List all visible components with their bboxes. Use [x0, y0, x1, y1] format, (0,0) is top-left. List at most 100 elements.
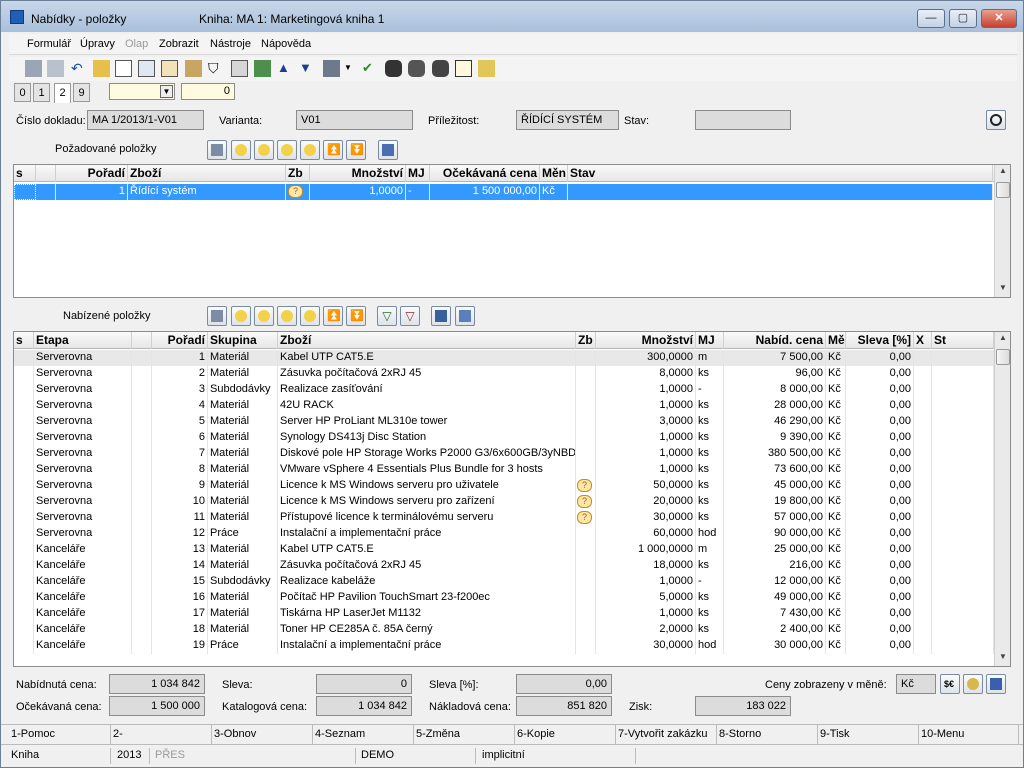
find-replace-icon[interactable] — [432, 60, 449, 77]
offered-star-remove-button[interactable] — [300, 306, 320, 326]
table-row[interactable]: Serverovna 11 Materiál Přístupové licence k… — [14, 510, 994, 526]
col-zbozi[interactable]: Zboží — [278, 332, 576, 349]
fkey-3[interactable]: 3-Obnov — [212, 725, 313, 744]
record-target-button[interactable] — [986, 110, 1006, 130]
col-flag[interactable] — [36, 165, 56, 182]
note-bubble-icon[interactable]: ? — [577, 495, 592, 508]
col-etapa[interactable]: Etapa — [34, 332, 132, 349]
save-close-icon[interactable] — [47, 60, 64, 77]
col-poradi[interactable]: Pořadí — [152, 332, 208, 349]
offered-move-down-button[interactable]: ⏬ — [346, 306, 366, 326]
fkey-9[interactable]: 9-Tisk — [818, 725, 919, 744]
table-row[interactable]: Serverovna 3 Subdodávky Realizace zasíťován… — [14, 382, 994, 398]
requested-star-remove-button[interactable] — [300, 140, 320, 160]
requested-scrollbar[interactable]: ▲ ▼ — [994, 165, 1010, 297]
open-folder-icon[interactable] — [93, 60, 110, 77]
col-men[interactable]: Měn — [540, 165, 568, 182]
catalog-price-field[interactable]: 1 034 842 — [316, 696, 412, 716]
note-bubble-icon[interactable]: ? — [288, 185, 303, 198]
copy-icon[interactable] — [138, 60, 155, 77]
scroll-up-icon[interactable]: ▲ — [995, 333, 1010, 347]
col-mnozstvi[interactable]: Množství — [310, 165, 406, 182]
close-icon[interactable]: ✕ — [981, 9, 1017, 28]
menu-formular[interactable]: Formulář — [27, 38, 71, 50]
offered-star-button[interactable] — [231, 306, 251, 326]
stack-icon[interactable] — [254, 60, 271, 77]
table-row[interactable]: Serverovna 2 Materiál Zásuvka počítačová 2x… — [14, 366, 994, 382]
col-s[interactable]: s — [14, 332, 34, 349]
table-row[interactable]: Serverovna 8 Materiál VMware vSphere 4 Esse… — [14, 462, 994, 478]
scroll-thumb[interactable] — [996, 182, 1010, 198]
fkey-7[interactable]: 7-Vytvořit zakázku — [616, 725, 717, 744]
scroll-up-icon[interactable]: ▲ — [995, 166, 1010, 180]
offered-copy-button[interactable] — [455, 306, 475, 326]
scroll-thumb[interactable] — [996, 349, 1010, 365]
tab-9[interactable]: 9 — [73, 83, 90, 102]
col-sleva[interactable]: Sleva [%] — [846, 332, 914, 349]
minimize-icon[interactable]: — — [917, 9, 945, 28]
new-document-icon[interactable] — [115, 60, 132, 77]
mail-icon[interactable] — [455, 60, 472, 77]
table-row[interactable]: Serverovna 9 Materiál Licence k MS Windows … — [14, 478, 994, 494]
find-next-icon[interactable] — [408, 60, 425, 77]
fkey-8[interactable]: 8-Storno — [717, 725, 818, 744]
offered-star-add-button[interactable] — [254, 306, 274, 326]
col-zb[interactable]: Zb — [576, 332, 596, 349]
doc-number-field[interactable]: MA 1/2013/1-V01 — [87, 110, 204, 130]
col-poradi[interactable]: Pořadí — [56, 165, 128, 182]
col-mj[interactable]: MJ — [696, 332, 724, 349]
requested-filter-button[interactable] — [207, 140, 227, 160]
requested-move-down-button[interactable]: ⏬ — [346, 140, 366, 160]
expected-price-field[interactable]: 1 500 000 — [109, 696, 205, 716]
requested-move-up-button[interactable]: ⏫ — [323, 140, 343, 160]
save-icon[interactable] — [25, 60, 42, 77]
discount-field[interactable]: 0 — [316, 674, 412, 694]
offered-move-up-button[interactable]: ⏫ — [323, 306, 343, 326]
dropdown-arrow-icon[interactable]: ▼ — [344, 60, 361, 77]
requested-star-edit-button[interactable] — [277, 140, 297, 160]
maximize-icon[interactable]: ▢ — [949, 9, 977, 28]
fkey-2[interactable]: 2- — [111, 725, 212, 744]
tab-0[interactable]: 0 — [14, 83, 31, 102]
table-row[interactable]: Kanceláře 15 Subdodávky Realizace kabeláže 1… — [14, 574, 994, 590]
offered-filter-button[interactable] — [207, 306, 227, 326]
fkey-5[interactable]: 5-Změna — [414, 725, 515, 744]
offered-scrollbar[interactable]: ▲ ▼ — [994, 332, 1010, 666]
camera-icon[interactable] — [323, 60, 340, 77]
arrow-down-icon[interactable]: ▼ — [299, 60, 316, 77]
discount-pct-field[interactable]: 0,00 — [516, 674, 612, 694]
profit-field[interactable]: 183 022 — [695, 696, 791, 716]
col-x[interactable]: X — [914, 332, 932, 349]
table-row[interactable]: Serverovna 5 Materiál Server HP ProLiant ML… — [14, 414, 994, 430]
col-men[interactable]: Mě — [826, 332, 846, 349]
table-row[interactable]: Kanceláře 17 Materiál Tiskárna HP LaserJet … — [14, 606, 994, 622]
exchange-rate-button[interactable] — [963, 674, 983, 694]
check-arrow-icon[interactable]: ✔ — [362, 60, 379, 77]
filter-list-icon[interactable] — [231, 60, 248, 77]
tab-filter-select[interactable]: ▼ — [109, 83, 175, 100]
col-mnozstvi[interactable]: Množství — [596, 332, 696, 349]
offered-price-field[interactable]: 1 034 842 — [109, 674, 205, 694]
currency-convert-button[interactable]: $€ — [940, 674, 960, 694]
col-spacer[interactable] — [132, 332, 152, 349]
table-row[interactable]: Kanceláře 16 Materiál Počítač HP Pavilion T… — [14, 590, 994, 606]
variant-field[interactable]: V01 — [296, 110, 413, 130]
filter-icon[interactable]: ⛉ — [208, 60, 225, 77]
col-ocekavana-cena[interactable]: Očekávaná cena — [430, 165, 540, 182]
col-nabid-cena[interactable]: Nabíd. cena — [724, 332, 826, 349]
tab-counter-field[interactable]: 0 — [181, 83, 235, 100]
col-skupina[interactable]: Skupina — [208, 332, 278, 349]
note-bubble-icon[interactable]: ? — [577, 479, 592, 492]
col-mj[interactable]: MJ — [406, 165, 430, 182]
table-row[interactable]: Serverovna 6 Materiál Synology DS413j Disc … — [14, 430, 994, 446]
col-st[interactable]: St — [932, 332, 994, 349]
menu-upravy[interactable]: Úpravy — [80, 38, 115, 50]
col-s[interactable]: s — [14, 165, 36, 182]
tab-2[interactable]: 2 — [54, 83, 71, 103]
state-field[interactable] — [695, 110, 791, 130]
table-row[interactable]: Serverovna 4 Materiál 42U RACK 1,0000 ks 28 00… — [14, 398, 994, 414]
paste-icon[interactable] — [161, 60, 178, 77]
fkey-10[interactable]: 10-Menu — [919, 725, 1019, 744]
table-row[interactable]: Serverovna 7 Materiál Diskové pole HP Stora… — [14, 446, 994, 462]
menu-olap[interactable]: Olap — [125, 38, 148, 50]
